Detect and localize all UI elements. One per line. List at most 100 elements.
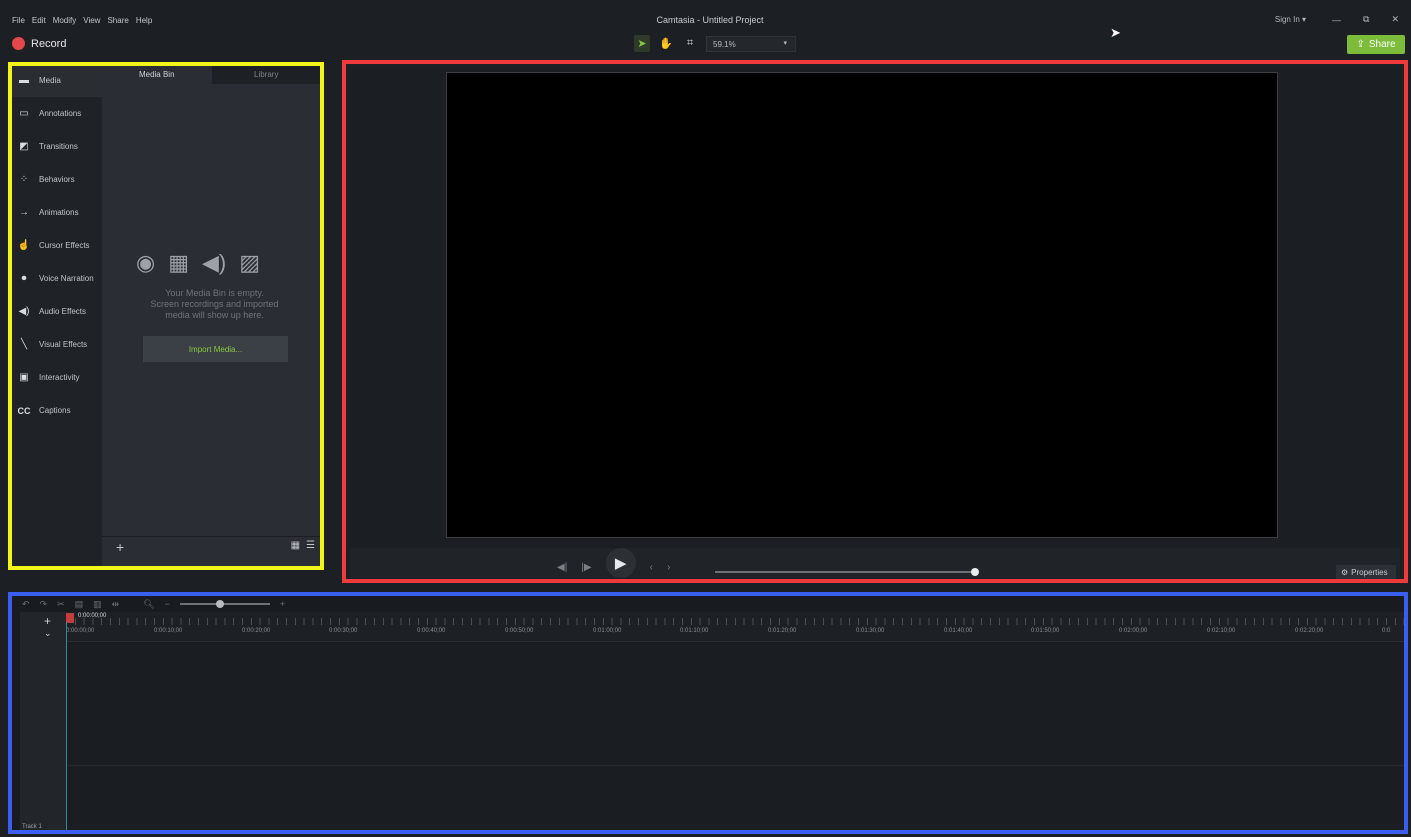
- zoom-out-icon[interactable]: 🔍︎: [143, 599, 154, 610]
- sidebar-item-label: Audio Effects: [39, 307, 86, 316]
- sidebar-item-label: Behaviors: [39, 175, 75, 184]
- media-bin-footer: + ▦ ☰: [102, 536, 321, 556]
- playback-controls: ◀| |▶ ▶ ‹ › ⚙ Properties: [350, 548, 1400, 580]
- close-icon[interactable]: ✕: [1391, 14, 1399, 25]
- playback-scrubber[interactable]: [715, 568, 979, 576]
- ruler-tick-label: 0:00:00;00: [66, 628, 95, 634]
- playhead-line[interactable]: [66, 622, 67, 830]
- properties-label: Properties: [1351, 568, 1388, 577]
- menu-edit[interactable]: Edit: [32, 16, 46, 25]
- preview-canvas[interactable]: [446, 72, 1278, 538]
- cc-icon: CC: [17, 405, 31, 416]
- ruler-tick-label: 0:02:20;00: [1295, 628, 1324, 634]
- cursor-effects-icon: ☝: [17, 240, 31, 251]
- transitions-icon: ◩: [19, 141, 29, 152]
- paste-icon[interactable]: ▥: [93, 599, 102, 610]
- ruler-tick-label: 0:00:30;00: [329, 628, 358, 634]
- sidebar-item-label: Interactivity: [39, 373, 80, 382]
- add-track-button[interactable]: +: [44, 614, 51, 628]
- redo-icon[interactable]: ↷: [40, 599, 48, 610]
- sidebar-item-voice-narration[interactable]: ⏺ Voice Narration: [10, 262, 102, 295]
- media-icon: ▬: [19, 75, 29, 86]
- ruler-tick-label: 0:00:20;00: [242, 628, 271, 634]
- hand-tool-icon[interactable]: ✋: [658, 35, 674, 52]
- ruler-ticks: [66, 618, 1404, 625]
- tab-library[interactable]: Library: [211, 64, 321, 84]
- sidebar-item-label: Transitions: [39, 142, 78, 151]
- scrubber-handle[interactable]: [971, 568, 979, 576]
- next-marker-icon[interactable]: ›: [667, 562, 670, 573]
- menu-help[interactable]: Help: [136, 16, 152, 25]
- split-icon[interactable]: ⇹: [112, 599, 120, 610]
- import-media-button[interactable]: Import Media...: [143, 336, 288, 362]
- sidebar-item-label: Animations: [39, 208, 79, 217]
- menu-modify[interactable]: Modify: [53, 16, 77, 25]
- menu-bar: File Edit Modify View Share Help: [12, 16, 152, 25]
- sidebar-item-transitions[interactable]: ◩ Transitions: [10, 130, 102, 163]
- step-forward-icon[interactable]: |▶: [581, 562, 591, 573]
- play-button[interactable]: ▶: [605, 548, 636, 578]
- ruler-tick-label: 0:00:40;00: [417, 628, 446, 634]
- empty-state-line: Your Media Bin is empty.: [165, 288, 264, 298]
- sidebar-item-audio-effects[interactable]: ◀) Audio Effects: [10, 295, 102, 328]
- sidebar-item-behaviors[interactable]: ⁘ Behaviors: [10, 163, 102, 196]
- sidebar-item-cursor-effects[interactable]: ☝ Cursor Effects: [10, 229, 102, 262]
- empty-state-line: Screen recordings and imported: [150, 299, 279, 309]
- step-back-icon[interactable]: ◀|: [557, 562, 567, 573]
- media-bin-tabs: Media Bin Library: [102, 64, 321, 84]
- sidebar-item-annotations[interactable]: ▭ Annotations: [10, 97, 102, 130]
- menu-view[interactable]: View: [83, 16, 100, 25]
- pointer-tool-icon[interactable]: ➤: [634, 35, 650, 52]
- record-label: Record: [31, 37, 67, 50]
- crop-tool-icon[interactable]: ⌗: [682, 35, 698, 52]
- share-icon: ⇪: [1356, 39, 1365, 50]
- previous-marker-icon[interactable]: ‹: [650, 562, 653, 573]
- playhead-time[interactable]: 0:00:00;00: [66, 613, 108, 623]
- record-icon: ◉: [136, 250, 156, 275]
- minus-icon[interactable]: −: [165, 599, 170, 609]
- sidebar-item-captions[interactable]: CC Captions: [10, 394, 102, 427]
- record-button[interactable]: Record: [12, 37, 66, 50]
- view-toggle: ▦ ☰: [291, 540, 315, 551]
- properties-button[interactable]: ⚙ Properties: [1336, 565, 1396, 580]
- menu-share[interactable]: Share: [107, 16, 128, 25]
- collapse-tracks-icon[interactable]: ⌄: [44, 628, 52, 639]
- restore-icon[interactable]: ⧉: [1363, 14, 1369, 25]
- minimize-icon[interactable]: —: [1332, 15, 1341, 25]
- grid-view-icon[interactable]: ▦: [291, 540, 300, 551]
- cut-icon[interactable]: ✂: [57, 599, 65, 610]
- ruler-tick-label: 0:01:40;00: [944, 628, 973, 634]
- copy-icon[interactable]: ▤: [75, 599, 84, 610]
- timeline-zoom-slider[interactable]: [179, 600, 270, 608]
- ruler-tick-label: 0:01:00;00: [593, 628, 622, 634]
- zoom-slider-handle[interactable]: [215, 600, 224, 608]
- tab-media-bin[interactable]: Media Bin: [102, 64, 212, 84]
- sidebar-item-media[interactable]: ▬ Media: [10, 64, 102, 97]
- add-media-button[interactable]: +: [116, 539, 124, 555]
- sidebar-item-animations[interactable]: → Animations: [10, 196, 102, 229]
- sign-in-button[interactable]: Sign In ▾: [1275, 15, 1306, 24]
- menu-file[interactable]: File: [12, 16, 25, 25]
- plus-icon[interactable]: +: [280, 599, 285, 609]
- time-ruler[interactable]: 0:00:00;00 0:00:00;00 0:00:10;00 0:00:20…: [66, 612, 1404, 642]
- magic-wand-icon: ╲: [20, 339, 28, 350]
- sidebar-item-interactivity[interactable]: ▣ Interactivity: [10, 361, 102, 394]
- track-area[interactable]: [66, 643, 1404, 830]
- ruler-tick-label: 0:02:00;00: [1119, 628, 1148, 634]
- film-icon: ▦: [168, 250, 189, 275]
- list-view-icon[interactable]: ☰: [306, 540, 315, 551]
- undo-icon[interactable]: ↶: [22, 599, 30, 610]
- sidebar-item-visual-effects[interactable]: ╲ Visual Effects: [10, 328, 102, 361]
- title-bar: File Edit Modify View Share Help Camtasi…: [0, 10, 1411, 32]
- tools-panel: ▬ Media ▭ Annotations ◩ Transitions ⁘ Be…: [10, 64, 321, 566]
- track-headers: + ⌄ Track 1: [20, 612, 66, 830]
- share-button[interactable]: ⇪ Share: [1347, 35, 1405, 54]
- image-icon: ▨: [239, 250, 261, 275]
- record-dot-icon: [12, 37, 25, 50]
- empty-state-line: media will show up here.: [165, 310, 264, 320]
- zoom-dropdown[interactable]: 59.1% ▾: [706, 35, 796, 52]
- media-bin: Media Bin Library ◉ ▦ ◀) ▨ Your Media Bi…: [102, 64, 321, 566]
- speaker-icon: ◀): [18, 306, 30, 317]
- ruler-tick-label: 0:01:50;00: [1031, 628, 1060, 634]
- ruler-tick-label: 0:01:10;00: [680, 628, 709, 634]
